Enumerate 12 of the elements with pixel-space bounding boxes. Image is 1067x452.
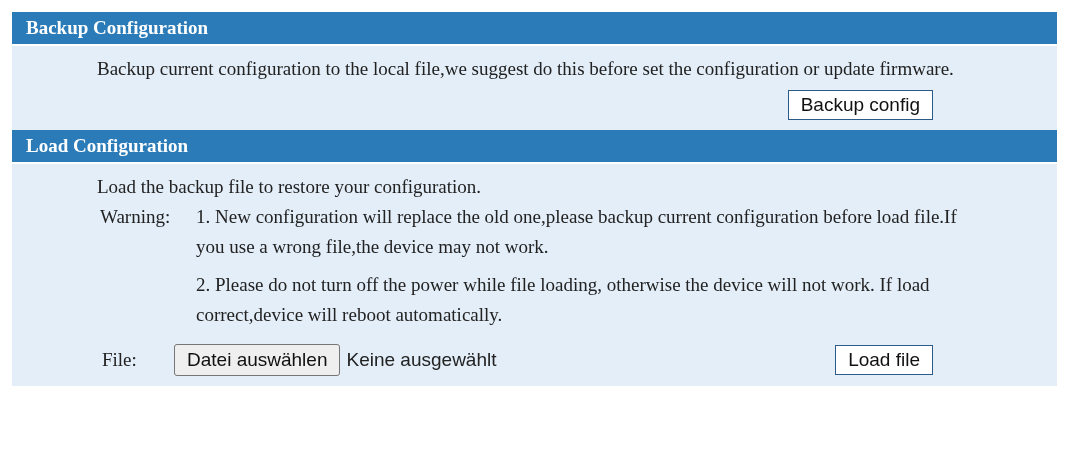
file-label: File:: [102, 349, 138, 371]
description-text: Backup current configuration to the local file,we suggest do this before set the configuration or update firmware.: [97, 57, 955, 81]
description-text: Load the backup file to restore your configuration.: [97, 175, 483, 199]
load-file-button[interactable]: Load file: [835, 345, 933, 375]
warning-text: 2. Please do not turn off the power while file loading, otherwise the device will not work. If load correct,device will reboot automatically.: [196, 273, 931, 327]
warning-label: Warning:: [100, 205, 172, 229]
choose-file-button[interactable]: Datei auswählen: [174, 344, 341, 376]
backup-config-button[interactable]: Backup config: [787, 90, 933, 120]
file-status-text: Keine ausgewählt: [346, 349, 498, 371]
section-header: Load Configuration: [12, 130, 1057, 164]
warning-text: 1. New configuration will replace the old one,please backup current configuration before load file.If you use a wrong file,the device may not work.: [196, 205, 958, 259]
section-header: Backup Configuration: [12, 12, 1057, 46]
